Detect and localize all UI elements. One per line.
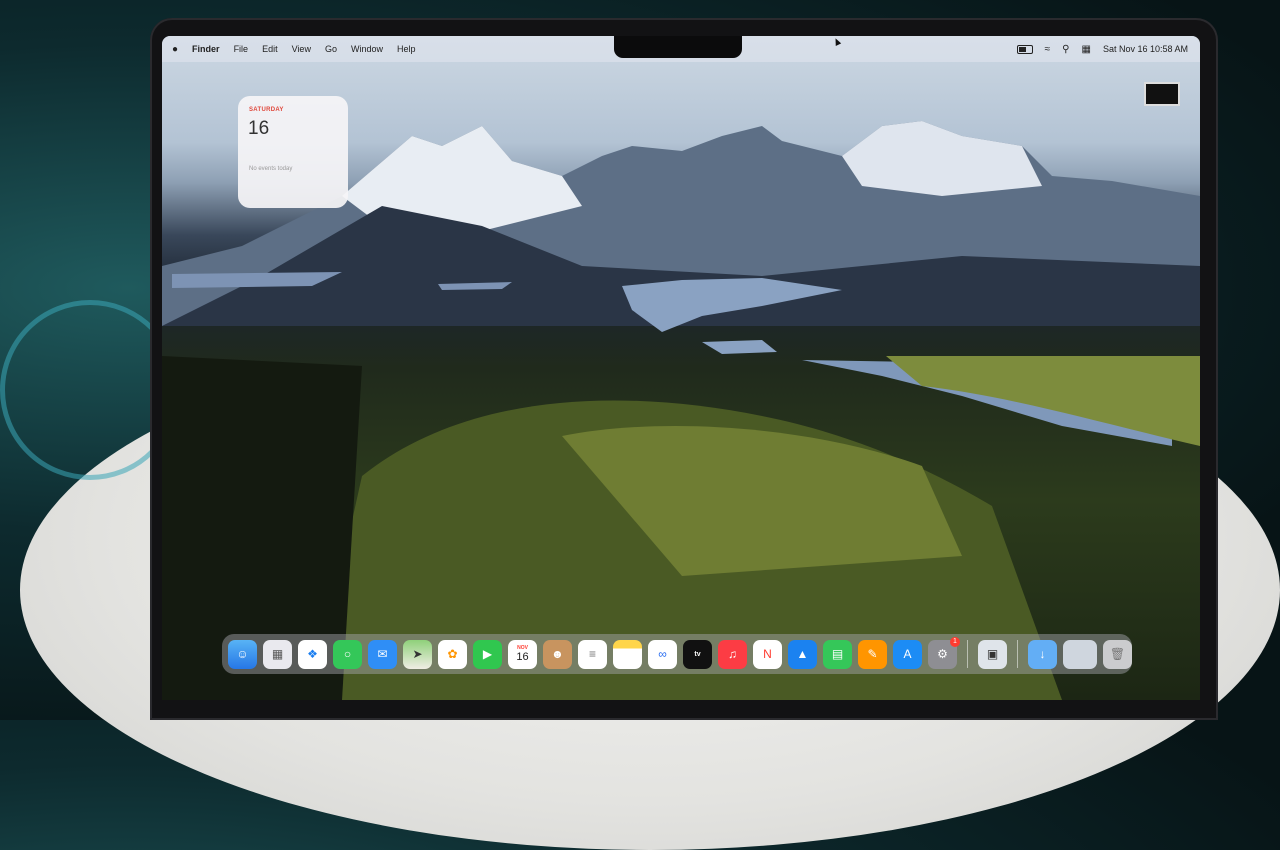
mail-icon[interactable]: ✉ xyxy=(368,639,397,669)
menu-go[interactable]: Go xyxy=(325,44,337,54)
wifi-icon[interactable]: ≈ xyxy=(1045,44,1051,55)
widget-events: No events today xyxy=(249,166,293,172)
calendar-day: 16 xyxy=(516,651,529,663)
tv-label: tv xyxy=(694,650,701,658)
menu-window[interactable]: Window xyxy=(351,44,383,54)
messages-icon[interactable]: ○ xyxy=(333,639,362,669)
desktop-file-icon[interactable] xyxy=(1144,82,1180,106)
apple-menu-icon[interactable]: ● xyxy=(172,44,178,55)
dock: ☺ ▦ ❖ ○ ✉ ➤ ✿ ▶ NOV 16 ☻ ≡ ∞ tv ♫ N ▲ ▤ … xyxy=(222,634,1132,674)
notification-badge: 1 xyxy=(950,636,960,647)
photos-icon[interactable]: ✿ xyxy=(438,639,467,669)
system-settings-icon[interactable]: ⚙ 1 xyxy=(928,636,960,669)
safari-icon[interactable]: ❖ xyxy=(298,639,327,669)
dock-separator xyxy=(1017,640,1018,668)
numbers-icon[interactable]: ▤ xyxy=(823,639,852,669)
pages-icon[interactable]: ✎ xyxy=(858,639,887,669)
menu-edit[interactable]: Edit xyxy=(262,44,278,54)
tv-icon[interactable]: tv xyxy=(683,639,712,669)
camera-notch xyxy=(614,36,742,58)
menubar-clock[interactable]: Sat Nov 16 10:58 AM xyxy=(1103,44,1188,54)
finder-icon[interactable]: ☺ xyxy=(228,639,257,669)
downloads-folder-icon[interactable]: ↓ xyxy=(1028,639,1057,669)
preview-icon[interactable]: ▣ xyxy=(978,639,1007,669)
facetime-icon[interactable]: ▶ xyxy=(473,639,502,669)
reminders-icon[interactable]: ≡ xyxy=(578,639,607,669)
menu-view[interactable]: View xyxy=(292,44,311,54)
dock-separator xyxy=(967,640,968,668)
control-center-icon[interactable]: ▦ xyxy=(1081,44,1090,55)
screen: ● Finder File Edit View Go Window Help ≈… xyxy=(162,36,1200,700)
battery-icon[interactable] xyxy=(1016,44,1033,54)
screenshot-thumbnail-icon[interactable] xyxy=(1063,639,1097,669)
calendar-icon[interactable]: NOV 16 xyxy=(508,639,537,669)
menu-finder[interactable]: Finder xyxy=(192,44,220,54)
freeform-icon[interactable]: ∞ xyxy=(648,639,677,669)
search-icon[interactable]: ⚲ xyxy=(1062,44,1069,55)
calendar-widget[interactable]: SATURDAY 16 No events today xyxy=(238,96,348,208)
app-store-icon[interactable]: A xyxy=(893,639,922,669)
launchpad-icon[interactable]: ▦ xyxy=(263,639,292,669)
widget-date: 16 xyxy=(248,118,270,139)
notes-icon[interactable] xyxy=(613,639,642,669)
menu-file[interactable]: File xyxy=(234,44,249,54)
menu-help[interactable]: Help xyxy=(397,44,416,54)
trash-icon[interactable]: 🗑 xyxy=(1103,639,1132,669)
maps-icon[interactable]: ➤ xyxy=(403,639,432,669)
news-icon[interactable]: N xyxy=(753,639,782,669)
contacts-icon[interactable]: ☻ xyxy=(543,639,572,669)
music-icon[interactable]: ♫ xyxy=(718,639,747,669)
widget-day: SATURDAY xyxy=(249,107,284,113)
keynote-icon[interactable]: ▲ xyxy=(788,639,817,669)
